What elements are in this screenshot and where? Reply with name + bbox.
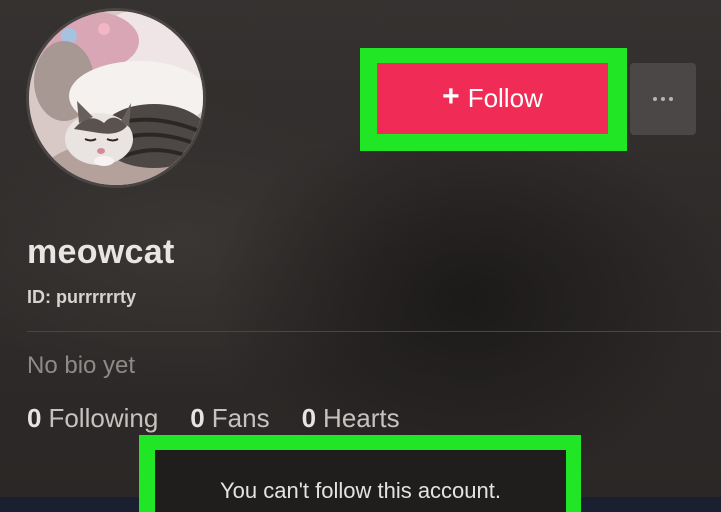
stat-fans[interactable]: 0 Fans: [190, 403, 269, 434]
divider: [27, 331, 721, 332]
plus-icon: +: [442, 80, 460, 113]
follow-button[interactable]: + Follow: [377, 63, 608, 134]
more-dots-icon: [661, 97, 665, 101]
stat-hearts[interactable]: 0 Hearts: [302, 403, 400, 434]
more-options-button[interactable]: [630, 63, 696, 135]
user-id: ID: purrrrrrty: [27, 287, 137, 307]
stat-count: 0: [27, 403, 42, 433]
toast-message: You can't follow this account.: [155, 450, 566, 512]
stat-count: 0: [301, 403, 317, 433]
stat-following[interactable]: 0 Following: [27, 403, 158, 434]
follow-label: Follow: [467, 83, 543, 113]
more-dots-icon: [669, 97, 673, 101]
username: meowcat: [27, 233, 175, 271]
profile-screen: + Follow meowcat ID: purrrrrrty No bio y…: [0, 0, 721, 512]
more-dots-icon: [653, 97, 657, 101]
stat-label: Hearts: [323, 403, 400, 433]
bio-text: No bio yet: [27, 352, 136, 379]
stat-label: Following: [48, 403, 159, 433]
cat-photo-icon: [29, 11, 203, 185]
profile-stats: 0 Following 0 Fans 0 Hearts: [27, 403, 400, 434]
avatar[interactable]: [26, 8, 206, 188]
stat-label: Fans: [211, 403, 270, 433]
stat-count: 0: [190, 403, 205, 433]
toast-text: You can't follow this account.: [219, 478, 501, 503]
